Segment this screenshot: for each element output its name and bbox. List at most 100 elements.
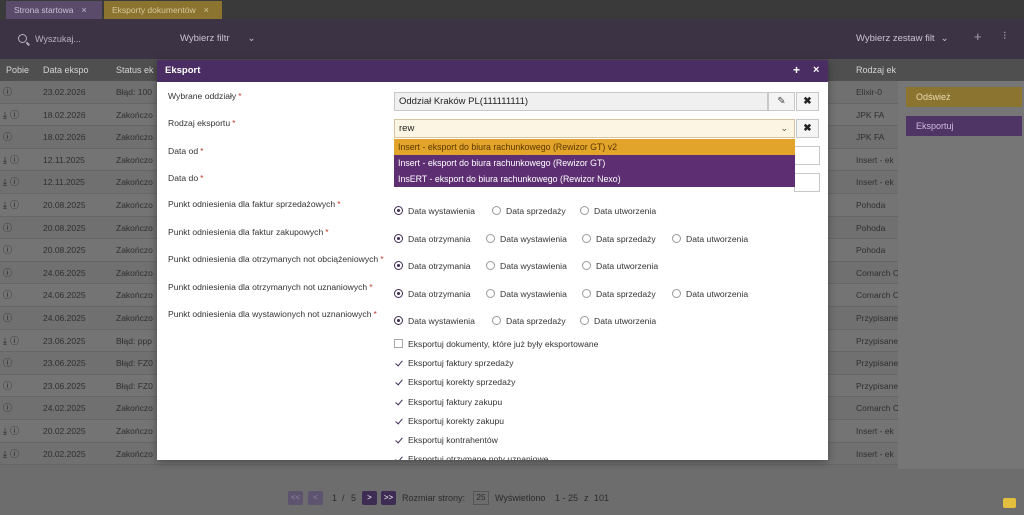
dropdown-option[interactable]: InsERT - eksport do biura rachunkowego (… — [394, 171, 795, 187]
download-icon[interactable]: ⤓ — [3, 336, 7, 346]
export-kind-select[interactable]: rew ⌄ — [394, 119, 795, 138]
export-option-checkbox[interactable]: Eksportuj faktury zakupu — [394, 396, 502, 408]
radio-button[interactable] — [580, 206, 589, 215]
filter-select[interactable]: Wybierz filtr ⌄ — [180, 30, 290, 48]
reference-point-radio[interactable]: Data utworzenia — [580, 205, 656, 217]
chat-icon[interactable] — [1003, 498, 1016, 508]
filter-set-select[interactable]: Wybierz zestaw filt ⌄ — [856, 30, 960, 48]
first-page-button[interactable]: << — [288, 491, 303, 505]
radio-button[interactable] — [672, 288, 681, 298]
checkbox[interactable] — [394, 396, 403, 406]
radio-button[interactable] — [394, 288, 403, 298]
export-option-checkbox[interactable]: Eksportuj otrzymane noty uznaniowe — [394, 453, 548, 460]
info-icon[interactable]: ⓘ — [10, 177, 19, 187]
download-icon[interactable]: ⤓ — [3, 155, 7, 165]
download-icon[interactable]: ⤓ — [3, 110, 7, 120]
export-option-checkbox[interactable]: Eksportuj korekty sprzedaży — [394, 376, 515, 388]
download-icon[interactable]: ⤓ — [3, 200, 7, 210]
reference-point-radio[interactable]: Data utworzenia — [672, 233, 748, 245]
date-from-field[interactable] — [794, 146, 820, 165]
next-page-button[interactable]: > — [362, 491, 377, 505]
info-icon[interactable]: ⓘ — [10, 449, 19, 459]
clear-export-kind-button[interactable]: ✖ — [796, 119, 819, 138]
export-option-checkbox[interactable]: Eksportuj kontrahentów — [394, 434, 498, 446]
radio-button[interactable] — [486, 261, 495, 270]
info-icon[interactable]: ⓘ — [10, 336, 19, 346]
tab-document-exports[interactable]: Eksporty dokumentów × — [104, 1, 222, 19]
radio-button[interactable] — [492, 316, 501, 325]
tab-home-close-icon[interactable]: × — [82, 5, 87, 15]
info-icon[interactable]: ⓘ — [3, 245, 12, 255]
info-icon[interactable]: ⓘ — [10, 110, 19, 120]
checkbox[interactable] — [394, 339, 403, 348]
edit-branches-button[interactable]: ✎ — [768, 92, 795, 111]
reference-point-radio[interactable]: Data otrzymania — [394, 288, 471, 300]
clear-branches-button[interactable]: ✖ — [796, 92, 819, 111]
tab-document-exports-close-icon[interactable]: × — [204, 5, 209, 15]
download-icon[interactable]: ⤓ — [3, 449, 7, 459]
checkbox[interactable] — [394, 358, 403, 368]
export-option-checkbox[interactable]: Eksportuj dokumenty, które już były eksp… — [394, 338, 598, 350]
radio-button[interactable] — [672, 233, 681, 243]
radio-button[interactable] — [582, 233, 591, 243]
export-button[interactable]: Eksportuj — [906, 116, 1022, 136]
info-icon[interactable]: ⓘ — [3, 313, 12, 323]
more-options-icon[interactable]: ⁝ — [1003, 29, 1007, 42]
refresh-button[interactable]: Odśwież — [906, 87, 1022, 107]
info-icon[interactable]: ⓘ — [3, 132, 12, 142]
branches-field[interactable]: Oddział Kraków PL(111111111) — [394, 92, 768, 111]
page-size-input[interactable]: 25 — [473, 491, 489, 505]
info-icon[interactable]: ⓘ — [10, 155, 19, 165]
reference-point-radio[interactable]: Data wystawienia — [394, 205, 475, 217]
radio-button[interactable] — [394, 261, 403, 270]
radio-button[interactable] — [394, 206, 403, 215]
download-icon[interactable]: ⤓ — [3, 426, 7, 436]
maximize-plus-icon[interactable]: + — [793, 63, 800, 77]
dropdown-option[interactable]: Insert - eksport do biura rachunkowego (… — [394, 139, 795, 155]
export-option-checkbox[interactable]: Eksportuj faktury sprzedaży — [394, 357, 514, 369]
reference-point-radio[interactable]: Data utworzenia — [672, 288, 748, 300]
checkbox[interactable] — [394, 454, 403, 460]
column-header-download[interactable]: Pobie — [6, 59, 29, 81]
info-icon[interactable]: ⓘ — [10, 426, 19, 436]
radio-button[interactable] — [582, 261, 591, 270]
radio-button[interactable] — [582, 288, 591, 298]
close-icon[interactable]: × — [813, 64, 819, 76]
column-header-export-kind[interactable]: Rodzaj ek — [856, 59, 896, 81]
reference-point-radio[interactable]: Data wystawienia — [486, 288, 567, 300]
info-icon[interactable]: ⓘ — [3, 403, 12, 413]
dropdown-option[interactable]: Insert - eksport do biura rachunkowego (… — [394, 155, 795, 171]
info-icon[interactable]: ⓘ — [3, 358, 12, 368]
reference-point-radio[interactable]: Data sprzedaży — [582, 288, 656, 300]
radio-button[interactable] — [486, 288, 495, 298]
radio-button[interactable] — [486, 233, 495, 243]
radio-button[interactable] — [492, 206, 501, 215]
checkbox[interactable] — [394, 377, 403, 387]
reference-point-radio[interactable]: Data wystawienia — [486, 233, 567, 245]
checkbox[interactable] — [394, 415, 403, 425]
search-input[interactable]: Wyszukaj... — [18, 30, 148, 48]
info-icon[interactable]: ⓘ — [3, 268, 12, 278]
tab-home[interactable]: Strona startowa × — [6, 1, 102, 19]
reference-point-radio[interactable]: Data utworzenia — [580, 315, 656, 327]
reference-point-radio[interactable]: Data sprzedaży — [492, 205, 566, 217]
add-filter-plus-icon[interactable]: + — [974, 29, 982, 44]
last-page-button[interactable]: >> — [381, 491, 396, 505]
prev-page-button[interactable]: < — [308, 491, 323, 505]
column-header-export-status[interactable]: Status ek — [116, 59, 154, 81]
radio-button[interactable] — [580, 316, 589, 325]
info-icon[interactable]: ⓘ — [10, 200, 19, 210]
reference-point-radio[interactable]: Data utworzenia — [582, 260, 658, 272]
column-header-export-date[interactable]: Data ekspo — [43, 59, 89, 81]
export-option-checkbox[interactable]: Eksportuj korekty zakupu — [394, 415, 504, 427]
radio-button[interactable] — [394, 233, 403, 243]
info-icon[interactable]: ⓘ — [3, 223, 12, 233]
reference-point-radio[interactable]: Data wystawienia — [486, 260, 567, 272]
info-icon[interactable]: ⓘ — [3, 381, 12, 391]
info-icon[interactable]: ⓘ — [3, 290, 12, 300]
reference-point-radio[interactable]: Data sprzedaży — [582, 233, 656, 245]
date-to-field[interactable] — [794, 173, 820, 192]
reference-point-radio[interactable]: Data otrzymania — [394, 233, 471, 245]
reference-point-radio[interactable]: Data wystawienia — [394, 315, 475, 327]
reference-point-radio[interactable]: Data sprzedaży — [492, 315, 566, 327]
